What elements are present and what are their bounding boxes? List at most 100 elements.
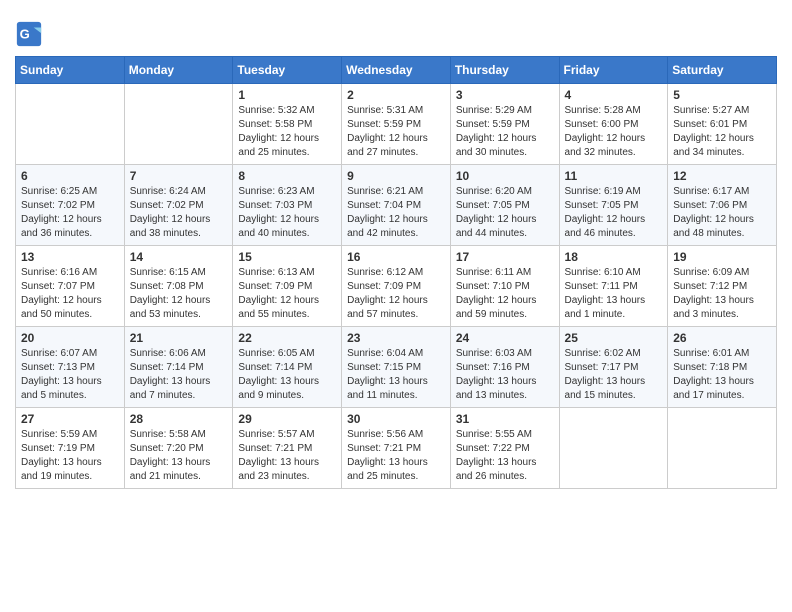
calendar-cell: 20 Sunrise: 6:07 AMSunset: 7:13 PMDayligh… [16,327,125,408]
calendar-cell [559,408,668,489]
calendar-cell: 19 Sunrise: 6:09 AMSunset: 7:12 PMDayligh… [668,246,777,327]
day-info: Sunrise: 6:02 AMSunset: 7:17 PMDaylight:… [565,347,663,403]
calendar-cell [16,84,125,165]
day-number: 23 [347,331,445,345]
logo: G [15,20,47,48]
day-info: Sunrise: 6:09 AMSunset: 7:12 PMDaylight:… [673,266,771,322]
calendar-cell: 24 Sunrise: 6:03 AMSunset: 7:16 PMDayligh… [450,327,559,408]
day-number: 27 [21,412,119,426]
calendar-cell: 23 Sunrise: 6:04 AMSunset: 7:15 PMDayligh… [342,327,451,408]
calendar-cell: 10 Sunrise: 6:20 AMSunset: 7:05 PMDayligh… [450,165,559,246]
day-info: Sunrise: 5:56 AMSunset: 7:21 PMDaylight:… [347,428,445,484]
day-info: Sunrise: 5:58 AMSunset: 7:20 PMDaylight:… [130,428,228,484]
calendar-cell: 13 Sunrise: 6:16 AMSunset: 7:07 PMDayligh… [16,246,125,327]
calendar-cell: 7 Sunrise: 6:24 AMSunset: 7:02 PMDaylight… [124,165,233,246]
day-info: Sunrise: 6:07 AMSunset: 7:13 PMDaylight:… [21,347,119,403]
calendar-cell: 30 Sunrise: 5:56 AMSunset: 7:21 PMDayligh… [342,408,451,489]
day-info: Sunrise: 6:19 AMSunset: 7:05 PMDaylight:… [565,185,663,241]
day-number: 17 [456,250,554,264]
day-number: 31 [456,412,554,426]
day-info: Sunrise: 5:31 AMSunset: 5:59 PMDaylight:… [347,104,445,160]
day-info: Sunrise: 6:20 AMSunset: 7:05 PMDaylight:… [456,185,554,241]
calendar-cell: 5Sunrise: 5:27 AMSunset: 6:01 PMDaylight… [668,84,777,165]
day-info: Sunrise: 6:24 AMSunset: 7:02 PMDaylight:… [130,185,228,241]
day-number: 25 [565,331,663,345]
day-number: 10 [456,169,554,183]
calendar-cell: 3 Sunrise: 5:29 AMSunset: 5:59 PMDaylight… [450,84,559,165]
day-number: 18 [565,250,663,264]
calendar-cell: 6 Sunrise: 6:25 AMSunset: 7:02 PMDaylight… [16,165,125,246]
calendar-cell: 4 Sunrise: 5:28 AMSunset: 6:00 PMDaylight… [559,84,668,165]
day-number: 12 [673,169,771,183]
day-number: 9 [347,169,445,183]
day-number: 19 [673,250,771,264]
day-number: 2 [347,88,445,102]
day-number: 13 [21,250,119,264]
day-number: 28 [130,412,228,426]
day-info: Sunrise: 5:28 AMSunset: 6:00 PMDaylight:… [565,104,663,160]
day-number: 20 [21,331,119,345]
calendar-cell: 12 Sunrise: 6:17 AMSunset: 7:06 PMDayligh… [668,165,777,246]
day-number: 11 [565,169,663,183]
day-number: 6 [21,169,119,183]
day-info: Sunrise: 6:10 AMSunset: 7:11 PMDaylight:… [565,266,663,322]
calendar-cell: 26 Sunrise: 6:01 AMSunset: 7:18 PMDayligh… [668,327,777,408]
calendar-cell: 15Sunrise: 6:13 AMSunset: 7:09 PMDayligh… [233,246,342,327]
day-number: 3 [456,88,554,102]
day-info: Sunrise: 5:32 AMSunset: 5:58 PMDaylight:… [238,104,336,160]
day-number: 7 [130,169,228,183]
calendar-cell: 21 Sunrise: 6:06 AMSunset: 7:14 PMDayligh… [124,327,233,408]
calendar-header-row: SundayMondayTuesdayWednesdayThursdayFrid… [16,57,777,84]
day-number: 21 [130,331,228,345]
day-info: Sunrise: 6:21 AMSunset: 7:04 PMDaylight:… [347,185,445,241]
calendar-cell: 18 Sunrise: 6:10 AMSunset: 7:11 PMDayligh… [559,246,668,327]
day-number: 24 [456,331,554,345]
day-info: Sunrise: 6:25 AMSunset: 7:02 PMDaylight:… [21,185,119,241]
calendar-week-5: 27 Sunrise: 5:59 AMSunset: 7:19 PMDayligh… [16,408,777,489]
day-info: Sunrise: 6:05 AMSunset: 7:14 PMDaylight:… [238,347,336,403]
day-number: 4 [565,88,663,102]
calendar-cell: 1 Sunrise: 5:32 AMSunset: 5:58 PMDaylight… [233,84,342,165]
day-info: Sunrise: 5:55 AMSunset: 7:22 PMDaylight:… [456,428,554,484]
calendar-cell: 11 Sunrise: 6:19 AMSunset: 7:05 PMDayligh… [559,165,668,246]
day-info: Sunrise: 6:17 AMSunset: 7:06 PMDaylight:… [673,185,771,241]
column-header-friday: Friday [559,57,668,84]
calendar-cell [668,408,777,489]
calendar-cell: 2 Sunrise: 5:31 AMSunset: 5:59 PMDaylight… [342,84,451,165]
day-info: Sunrise: 5:59 AMSunset: 7:19 PMDaylight:… [21,428,119,484]
day-info: Sunrise: 5:29 AMSunset: 5:59 PMDaylight:… [456,104,554,160]
column-header-tuesday: Tuesday [233,57,342,84]
calendar-week-2: 6 Sunrise: 6:25 AMSunset: 7:02 PMDaylight… [16,165,777,246]
day-number: 30 [347,412,445,426]
day-info: Sunrise: 6:15 AMSunset: 7:08 PMDaylight:… [130,266,228,322]
calendar-cell: 22Sunrise: 6:05 AMSunset: 7:14 PMDayligh… [233,327,342,408]
day-info: Sunrise: 6:01 AMSunset: 7:18 PMDaylight:… [673,347,771,403]
day-info: Sunrise: 6:16 AMSunset: 7:07 PMDaylight:… [21,266,119,322]
day-info: Sunrise: 6:04 AMSunset: 7:15 PMDaylight:… [347,347,445,403]
page-header: G [15,15,777,48]
day-number: 26 [673,331,771,345]
day-info: Sunrise: 6:11 AMSunset: 7:10 PMDaylight:… [456,266,554,322]
day-number: 5 [673,88,771,102]
day-info: Sunrise: 6:06 AMSunset: 7:14 PMDaylight:… [130,347,228,403]
logo-icon: G [15,20,43,48]
column-header-monday: Monday [124,57,233,84]
calendar-cell [124,84,233,165]
calendar-cell: 28 Sunrise: 5:58 AMSunset: 7:20 PMDayligh… [124,408,233,489]
calendar-cell: 8Sunrise: 6:23 AMSunset: 7:03 PMDaylight… [233,165,342,246]
calendar-week-3: 13 Sunrise: 6:16 AMSunset: 7:07 PMDayligh… [16,246,777,327]
calendar-cell: 16Sunrise: 6:12 AMSunset: 7:09 PMDayligh… [342,246,451,327]
calendar-cell: 29Sunrise: 5:57 AMSunset: 7:21 PMDayligh… [233,408,342,489]
day-info: Sunrise: 6:23 AMSunset: 7:03 PMDaylight:… [238,185,336,241]
calendar-cell: 9 Sunrise: 6:21 AMSunset: 7:04 PMDaylight… [342,165,451,246]
day-number: 14 [130,250,228,264]
calendar-cell: 14 Sunrise: 6:15 AMSunset: 7:08 PMDayligh… [124,246,233,327]
day-number: 1 [238,88,336,102]
day-info: Sunrise: 5:57 AMSunset: 7:21 PMDaylight:… [238,428,336,484]
day-info: Sunrise: 6:13 AMSunset: 7:09 PMDaylight:… [238,266,336,322]
column-header-saturday: Saturday [668,57,777,84]
day-info: Sunrise: 6:12 AMSunset: 7:09 PMDaylight:… [347,266,445,322]
calendar-cell: 25 Sunrise: 6:02 AMSunset: 7:17 PMDayligh… [559,327,668,408]
column-header-sunday: Sunday [16,57,125,84]
day-info: Sunrise: 6:03 AMSunset: 7:16 PMDaylight:… [456,347,554,403]
